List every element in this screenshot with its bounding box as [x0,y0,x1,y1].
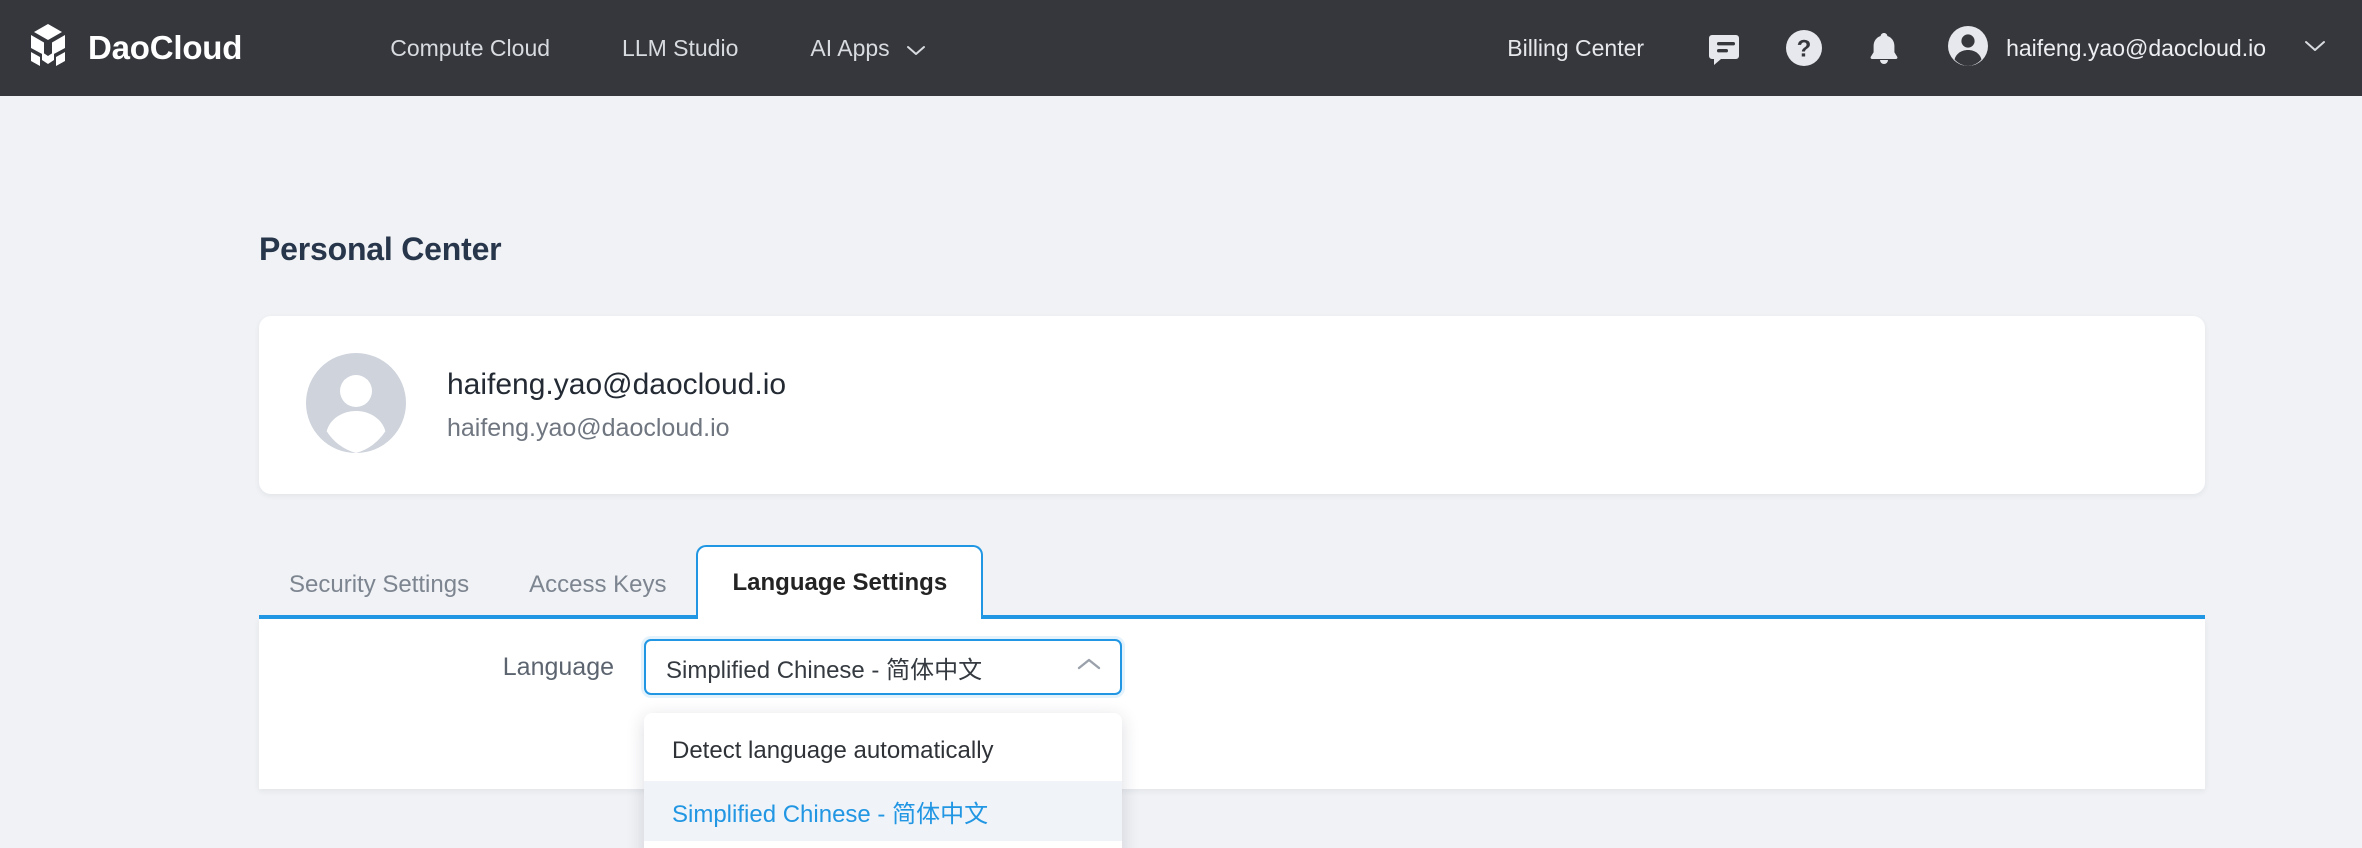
language-option-label: Simplified Chinese - 简体中文 [672,800,989,828]
message-icon[interactable] [1701,25,1747,71]
language-label: Language [502,652,614,681]
help-circle-icon[interactable]: ? [1781,25,1827,71]
language-option-detect-automatically[interactable]: Detect language automatically [644,721,1122,781]
profile-email: haifeng.yao@daocloud.io [447,414,730,443]
language-option-simplified-chinese[interactable]: Simplified Chinese - 简体中文 [644,781,1122,841]
primary-nav: Compute Cloud LLM Studio AI Apps [354,35,961,62]
active-tab-underline-mask [698,613,982,619]
language-select[interactable]: Simplified Chinese - 简体中文 [644,639,1122,695]
svg-text:?: ? [1797,36,1812,63]
tab-label: Language Settings [732,569,948,596]
chevron-down-icon [2282,39,2326,57]
daocloud-cube-logo-icon [22,22,74,74]
nav-item-ai-apps[interactable]: AI Apps [774,35,961,62]
tab-access-keys[interactable]: Access Keys [499,551,696,619]
tab-label: Access Keys [529,571,667,598]
tab-language-settings[interactable]: Language Settings [696,545,984,619]
language-option-label: Detect language automatically [672,737,994,764]
language-dropdown: Detect language automatically Simplified… [644,713,1122,848]
brand-logo-link[interactable]: DaoCloud [22,22,242,74]
language-option-english[interactable]: English [644,841,1122,848]
billing-center-link[interactable]: Billing Center [1467,35,1684,62]
bell-icon[interactable] [1861,25,1907,71]
user-avatar-icon [1946,24,1990,73]
nav-item-compute-cloud[interactable]: Compute Cloud [354,35,586,62]
tab-label: Security Settings [289,571,470,598]
user-menu[interactable]: haifeng.yao@daocloud.io [1946,24,2326,73]
tab-security-settings[interactable]: Security Settings [259,551,499,619]
avatar [306,352,406,458]
chevron-up-icon[interactable] [1076,657,1102,677]
nav-item-label: AI Apps [810,34,890,61]
tabs-underline [259,615,2205,619]
page-title: Personal Center [259,231,502,267]
profile-card: haifeng.yao@daocloud.io haifeng.yao@daoc… [259,316,2205,494]
nav-item-label: Compute Cloud [390,34,551,61]
language-select-value: Simplified Chinese - 简体中文 [666,656,983,684]
brand-name: DaoCloud [88,29,243,66]
user-email-label: haifeng.yao@daocloud.io [2006,34,2266,61]
tab-bar: Security Settings Access Keys Language S… [259,539,2205,619]
app-header: DaoCloud Compute Cloud LLM Studio AI App… [0,0,2362,96]
profile-text: haifeng.yao@daocloud.io haifeng.yao@daoc… [447,366,786,445]
profile-name: haifeng.yao@daocloud.io [447,367,787,401]
nav-item-llm-studio[interactable]: LLM Studio [586,35,774,62]
chevron-down-icon [906,35,926,62]
language-select-wrap: Simplified Chinese - 简体中文 Detect languag… [644,639,1122,848]
nav-item-label: LLM Studio [622,34,739,61]
header-actions: Billing Center ? haifeng.yao@daocloud.io [1467,24,2326,73]
language-field-row: Language Simplified Chinese - 简体中文 Detec… [259,639,2205,848]
